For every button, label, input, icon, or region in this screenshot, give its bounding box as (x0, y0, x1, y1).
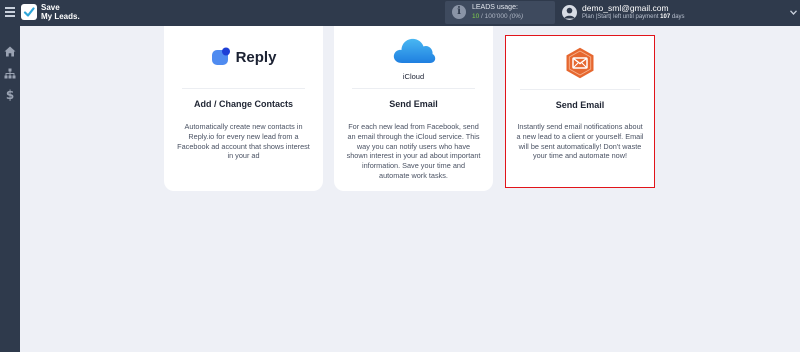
leads-usage-label: LEADS usage: (472, 4, 518, 11)
card-divider (352, 88, 475, 89)
info-icon[interactable]: i (452, 5, 466, 19)
icloud-logo: iCloud (334, 26, 493, 88)
chevron-down-icon[interactable] (790, 10, 797, 15)
card-description: For each new lead from Facebook, send an… (346, 122, 481, 180)
user-plan-info: Plan |Start| left until payment 107 days (582, 14, 685, 20)
reply-brand-word: Reply (235, 48, 277, 66)
card-description: Automatically create new contacts in Rep… (177, 122, 310, 161)
reply-icon (211, 47, 230, 65)
logo-text[interactable]: Save My Leads. (41, 3, 80, 21)
leads-usage-value: 10 / 100'000 (0%) (472, 13, 524, 20)
icloud-brand-word: iCloud (402, 72, 425, 81)
dollar-icon[interactable]: $ (3, 88, 17, 102)
card-description: Instantly send email notifications about… (516, 122, 644, 161)
service-card-email[interactable]: Send Email Instantly send email notifica… (505, 35, 655, 188)
card-title: Add / Change Contacts (193, 99, 293, 109)
reply-logo: Reply (164, 26, 323, 88)
user-avatar-icon[interactable] (562, 5, 577, 20)
logo-icon[interactable] (21, 4, 37, 20)
service-card-icloud[interactable]: iCloud Send Email For each new lead from… (334, 26, 493, 191)
service-card-reply[interactable]: Reply Add / Change Contacts Automaticall… (164, 26, 323, 191)
home-icon[interactable] (3, 44, 17, 58)
card-title: Send Email (555, 100, 605, 110)
icloud-icon (393, 38, 435, 63)
email-logo (506, 36, 654, 88)
menu-icon[interactable] (5, 7, 15, 17)
leads-usage-panel: i LEADS usage: 10 / 100'000 (0%) (445, 1, 555, 24)
card-divider (182, 88, 305, 89)
card-divider (520, 89, 640, 90)
sitemap-icon[interactable] (3, 66, 17, 80)
sidebar: $ (0, 26, 20, 352)
user-email[interactable]: demo_sml@gmail.com (582, 3, 669, 13)
email-icon (566, 47, 594, 79)
top-bar: Save My Leads. i LEADS usage: 10 / 100'0… (0, 0, 800, 26)
card-title: Send Email (389, 99, 438, 109)
